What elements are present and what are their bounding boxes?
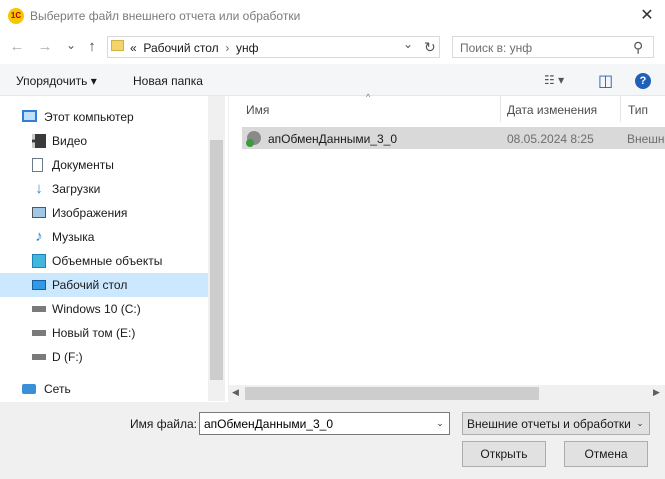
filename-input[interactable] — [199, 412, 450, 435]
folder-icon — [111, 40, 124, 51]
computer-icon — [22, 110, 37, 122]
column-divider[interactable] — [620, 96, 621, 122]
downloads-icon: ↓ — [35, 180, 43, 197]
sidebar-item-drive-c[interactable]: Windows 10 (C:) — [0, 297, 208, 321]
window-title: Выберите файл внешнего отчета или обрабо… — [30, 9, 301, 23]
search-placeholder: Поиск в: унф — [460, 41, 533, 55]
sidebar-item-label: Новый том (E:) — [52, 326, 136, 340]
chevron-down-icon[interactable]: ⌄ — [632, 413, 648, 434]
file-type-select-value: Внешние отчеты и обработки — [467, 417, 631, 431]
music-icon: ♪ — [35, 228, 43, 245]
sidebar-item-documents[interactable]: Документы — [0, 153, 208, 177]
sidebar-item-downloads[interactable]: ↓ Загрузки — [0, 177, 208, 201]
drive-icon — [32, 354, 46, 360]
sidebar-item-3d-objects[interactable]: Объемные объекты — [0, 249, 208, 273]
3d-objects-icon — [32, 254, 46, 268]
sidebar-item-label: Windows 10 (C:) — [52, 302, 141, 316]
documents-icon — [32, 158, 43, 172]
sidebar-scrollbar-thumb[interactable] — [210, 140, 223, 380]
scroll-left-icon[interactable]: ◀ — [232, 387, 239, 398]
filename-dropdown-icon[interactable]: ⌄ — [431, 413, 449, 434]
sidebar-item-label: Музыка — [52, 230, 95, 244]
help-icon[interactable]: ? — [635, 73, 651, 89]
sidebar-item-this-pc[interactable]: Этот компьютер — [0, 105, 208, 129]
network-icon — [22, 384, 36, 394]
recent-locations-button[interactable]: ⌄ — [62, 35, 80, 55]
sidebar-item-label: Рабочий стол — [52, 278, 128, 292]
breadcrumb: « Рабочий стол › унф — [130, 41, 259, 55]
file-name[interactable]: апОбменДанными_3_0 — [268, 132, 397, 146]
sidebar-item-label: Изображения — [52, 206, 128, 220]
sidebar-item-label: Загрузки — [52, 182, 101, 196]
sidebar-item-images[interactable]: Изображения — [0, 201, 208, 225]
breadcrumb-desktop[interactable]: Рабочий стол — [143, 41, 218, 55]
video-icon — [32, 134, 46, 148]
column-header-date[interactable]: Дата изменения — [507, 103, 597, 117]
pane-divider[interactable] — [228, 96, 229, 401]
sidebar-item-label: Этот компьютер — [44, 110, 134, 124]
new-folder-button[interactable]: Новая папка — [133, 74, 203, 88]
sidebar-item-video[interactable]: Видео — [0, 129, 208, 153]
desktop-icon — [32, 280, 46, 290]
refresh-button[interactable]: ↻ — [424, 39, 436, 56]
sort-ascending-icon: ^ — [366, 92, 371, 102]
sidebar-item-label: D (F:) — [52, 350, 83, 364]
scroll-right-icon[interactable]: ▶ — [653, 387, 660, 398]
sidebar-item-drive-f[interactable]: D (F:) — [0, 345, 208, 369]
column-header-name[interactable]: Имя — [246, 103, 269, 117]
sidebar-item-desktop[interactable]: Рабочий стол — [0, 273, 208, 297]
file-date: 08.05.2024 8:25 — [507, 132, 594, 146]
breadcrumb-unf[interactable]: унф — [236, 41, 259, 55]
sidebar-item-label: Документы — [52, 158, 114, 172]
breadcrumb-overflow[interactable]: « — [130, 41, 137, 55]
drive-icon — [32, 306, 46, 312]
column-header-type[interactable]: Тип — [628, 103, 648, 117]
open-button[interactable]: Открыть — [462, 441, 546, 467]
cancel-button[interactable]: Отмена — [564, 441, 648, 467]
images-icon — [32, 207, 46, 218]
horizontal-scrollbar-thumb[interactable] — [245, 387, 539, 400]
preview-pane-icon[interactable]: ◫ — [598, 71, 613, 91]
sidebar-item-label: Сеть — [44, 382, 71, 396]
sidebar-item-label: Объемные объекты — [52, 254, 163, 268]
sidebar-item-label: Видео — [52, 134, 88, 148]
organize-button[interactable]: Упорядочить ▾ — [16, 74, 97, 88]
view-options-icon[interactable]: ☷ ▾ — [544, 73, 564, 87]
drive-icon — [32, 330, 46, 336]
file-type: Внешн — [627, 132, 665, 146]
refresh-badge-icon — [246, 139, 254, 147]
close-button[interactable]: ✕ — [633, 4, 661, 28]
sidebar-item-network[interactable]: Сеть — [0, 377, 208, 401]
search-icon[interactable]: ⚲ — [633, 39, 643, 56]
breadcrumb-separator-icon[interactable]: › — [225, 41, 229, 55]
toolbar — [0, 64, 665, 96]
forward-button[interactable]: → — [36, 37, 54, 57]
column-divider[interactable] — [500, 96, 501, 122]
up-button[interactable]: ↑ — [83, 37, 101, 57]
address-dropdown-icon[interactable]: ⌄ — [403, 37, 413, 51]
sidebar-item-music[interactable]: ♪ Музыка — [0, 225, 208, 249]
back-button[interactable]: ← — [8, 37, 26, 57]
filename-label: Имя файла: — [130, 417, 197, 431]
app-logo-icon: 1С — [8, 8, 24, 24]
sidebar-item-drive-e[interactable]: Новый том (E:) — [0, 321, 208, 345]
